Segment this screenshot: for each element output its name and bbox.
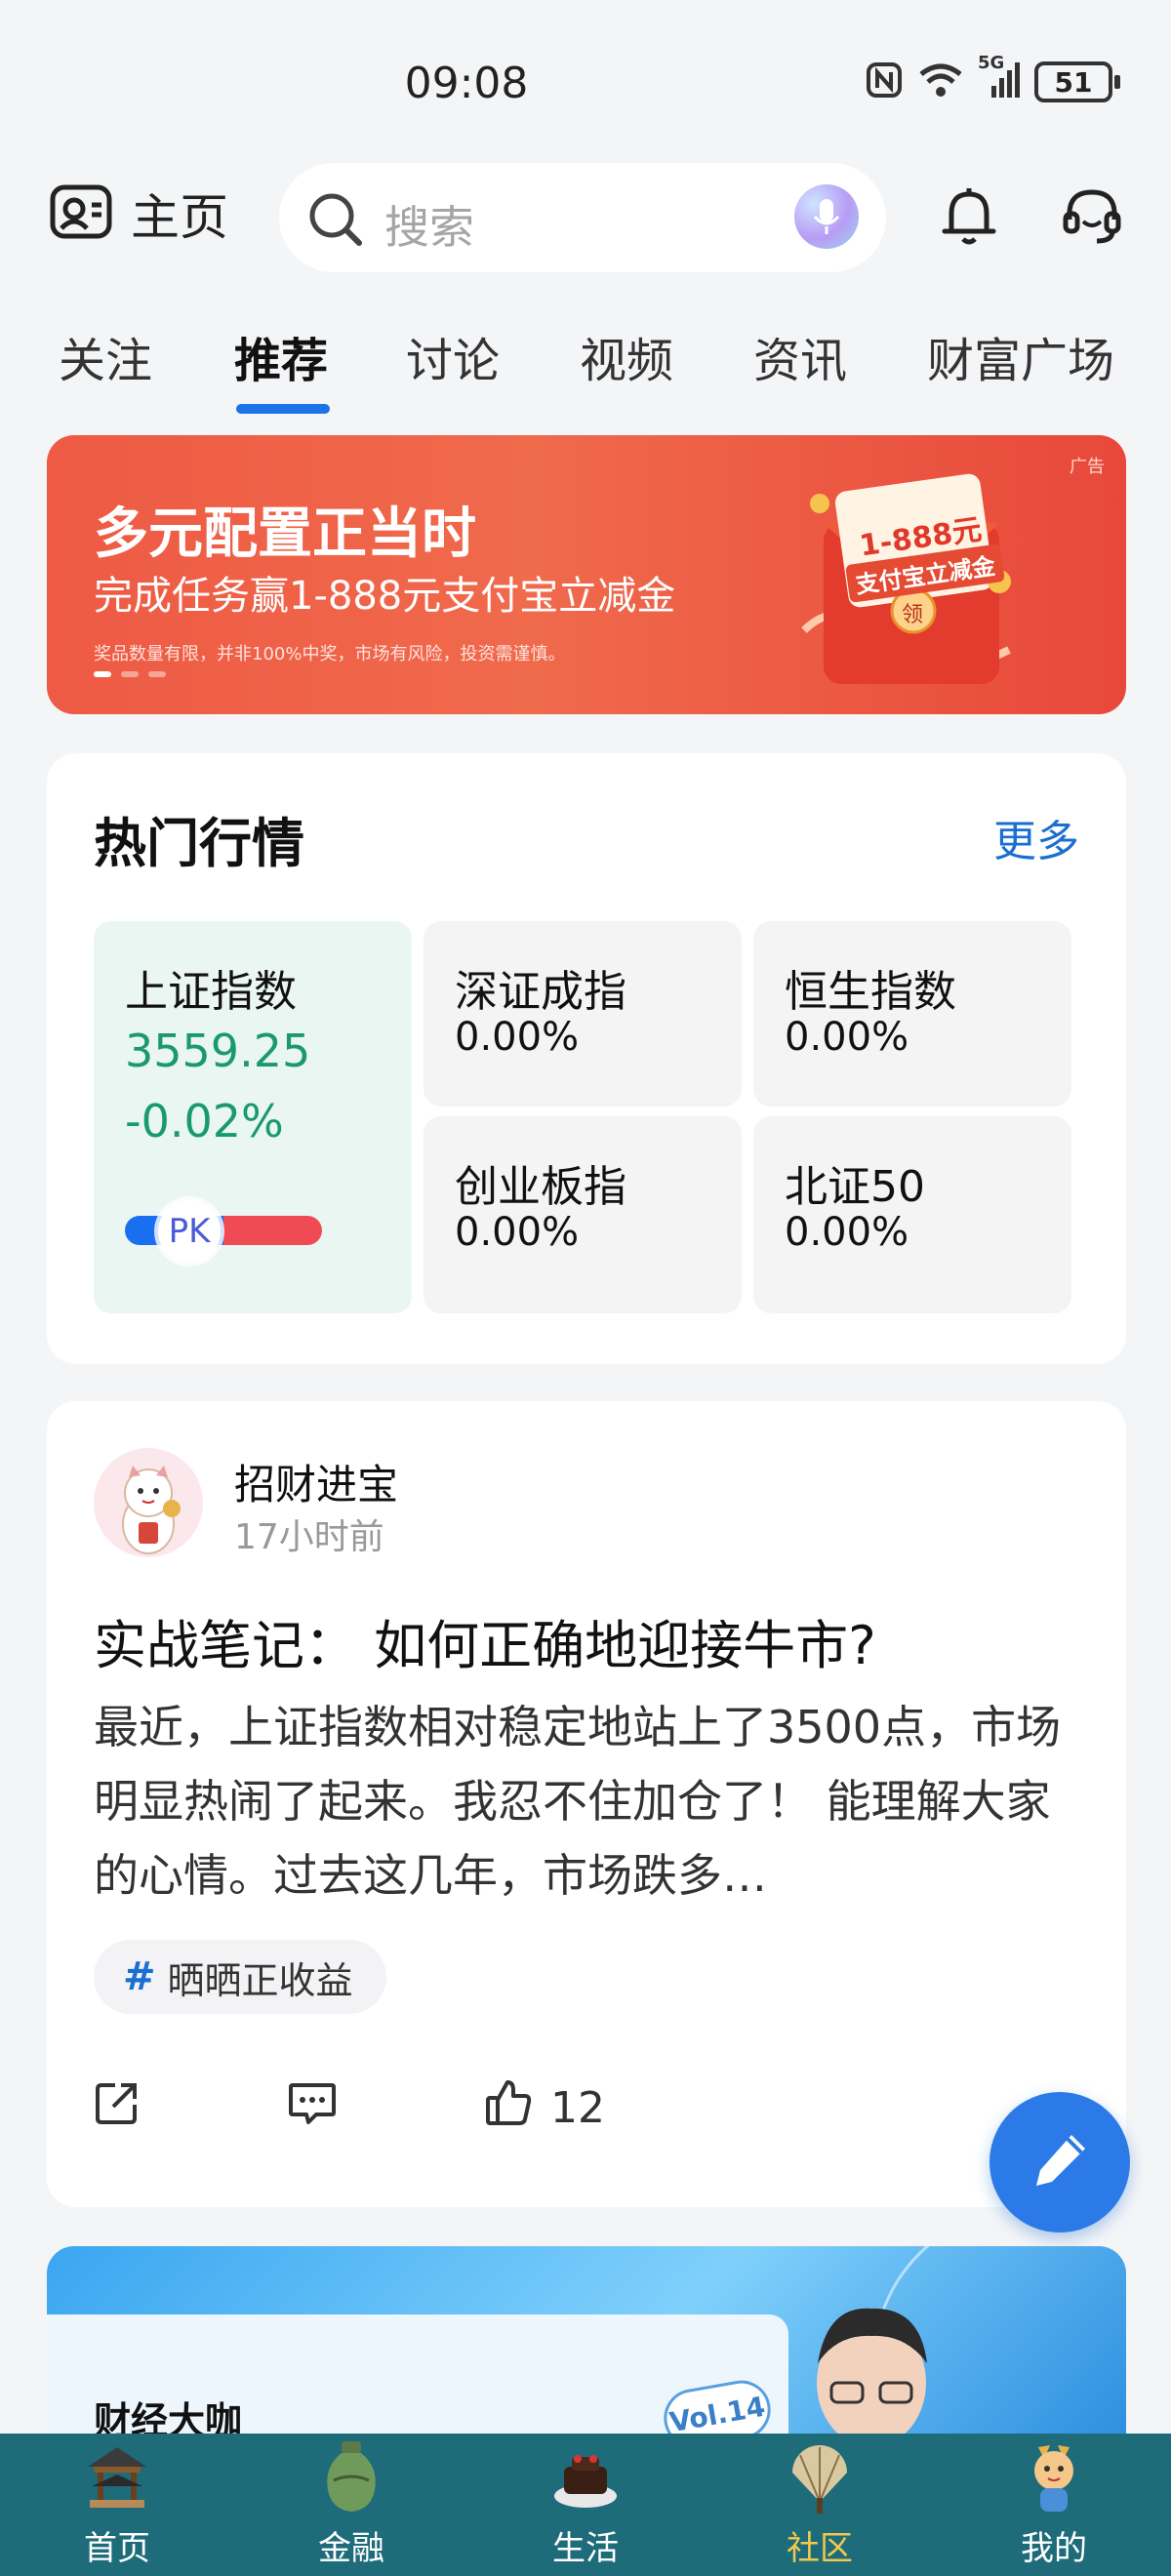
nav-community[interactable]: 社区 <box>751 2434 888 2576</box>
index-name: 创业板指 <box>455 1162 626 1212</box>
status-time: 09:08 <box>404 59 529 108</box>
home-button[interactable]: 主页 <box>49 179 228 249</box>
index-tile-sse[interactable]: 上证指数 3559.25 -0.02% PK <box>94 921 412 1313</box>
avatar[interactable] <box>94 1448 203 1557</box>
post-body[interactable]: 最近，上证指数相对稳定地站上了3500点，市场明显热闹了起来。我忍不住加仓了！ … <box>94 1690 1079 1912</box>
battery-indicator: 51 <box>1034 61 1120 102</box>
ad-label: 广告 <box>1070 457 1105 477</box>
pavilion-icon <box>84 2437 150 2516</box>
profile-card-icon <box>49 180 113 248</box>
network-type: 5G <box>978 53 1005 73</box>
search-placeholder: 搜索 <box>384 201 474 254</box>
nav-home[interactable]: 首页 <box>49 2434 185 2576</box>
wifi-icon <box>917 60 964 103</box>
nav-label: 金融 <box>318 2529 384 2568</box>
index-value: 0.00% <box>455 1015 580 1060</box>
index-value: 0.00% <box>785 1015 909 1060</box>
red-packet-image: 1-888元 支付宝立减金 领 <box>785 464 1038 699</box>
tab-wealth-square[interactable]: 财富广场 <box>927 322 1114 390</box>
carousel-dots <box>94 671 166 677</box>
promo-banner[interactable]: 多元配置正当时 完成任务赢1-888元支付宝立减金 奖品数量有限，并非100%中… <box>47 435 1126 714</box>
hot-market-title: 热门行情 <box>94 813 304 874</box>
topic-tag-label: 晒晒正收益 <box>167 1958 353 2002</box>
comment-button[interactable] <box>287 2079 338 2137</box>
post-card[interactable]: 招财进宝 17小时前 实战笔记： 如何正确地迎接牛市? 最近，上证指数相对稳定地… <box>47 1401 1126 2207</box>
fan-icon <box>787 2437 853 2516</box>
nfc-icon <box>865 60 904 103</box>
index-change: -0.02% <box>125 1095 284 1147</box>
header: 主页 搜索 <box>0 161 1171 273</box>
customer-service-icon[interactable] <box>1058 182 1126 255</box>
post-time: 17小时前 <box>234 1517 384 1557</box>
index-value: 3559.25 <box>125 1025 311 1077</box>
comment-icon <box>287 2079 338 2137</box>
index-name: 北证50 <box>785 1162 925 1212</box>
cake-icon <box>552 2437 619 2516</box>
pk-bar[interactable] <box>125 1216 322 1245</box>
active-tab-indicator <box>236 404 330 414</box>
author-name[interactable]: 招财进宝 <box>234 1452 398 1511</box>
share-button[interactable] <box>94 2079 141 2137</box>
banner-title: 多元配置正当时 <box>94 503 476 566</box>
nav-label: 首页 <box>84 2529 150 2568</box>
host-portrait <box>788 2295 954 2441</box>
index-tile-hsi[interactable]: 恒生指数 0.00% <box>753 921 1071 1107</box>
search-input[interactable]: 搜索 <box>279 163 886 272</box>
hashtag-icon: # <box>123 1954 156 1999</box>
mascot-icon <box>1021 2437 1087 2516</box>
index-tile-bse50[interactable]: 北证50 0.00% <box>753 1116 1071 1313</box>
index-name: 上证指数 <box>125 967 297 1017</box>
bottom-navigation: 首页 金融 生活 社区 我的 <box>0 2434 1171 2576</box>
tab-news[interactable]: 资讯 <box>753 322 847 390</box>
packet-claim-label: 领 <box>902 603 924 627</box>
tab-video[interactable]: 视频 <box>580 322 673 390</box>
topic-tag[interactable]: # 晒晒正收益 <box>94 1940 386 2014</box>
nav-label: 我的 <box>1021 2529 1087 2568</box>
thumbs-up-icon <box>484 2078 533 2138</box>
tab-discussion[interactable]: 讨论 <box>406 322 500 390</box>
nav-label: 生活 <box>552 2529 619 2568</box>
index-value: 0.00% <box>785 1210 909 1255</box>
voice-search-icon[interactable] <box>794 184 859 249</box>
nav-life[interactable]: 生活 <box>517 2434 654 2576</box>
index-name: 恒生指数 <box>785 967 956 1017</box>
home-label: 主页 <box>131 189 228 246</box>
index-tile-szse[interactable]: 深证成指 0.00% <box>424 921 742 1107</box>
vase-icon <box>318 2437 384 2516</box>
nav-mine[interactable]: 我的 <box>986 2434 1122 2576</box>
video-feature-banner[interactable]: 财经大咖 Vol.14 <box>47 2246 1126 2441</box>
post-title[interactable]: 实战笔记： 如何正确地迎接牛市? <box>94 1602 876 1679</box>
status-icons: 5G 51 <box>865 53 1120 103</box>
nav-finance[interactable]: 金融 <box>283 2434 420 2576</box>
share-icon <box>94 2079 141 2137</box>
tab-follow[interactable]: 关注 <box>59 322 152 390</box>
index-tile-chinext[interactable]: 创业板指 0.00% <box>424 1116 742 1313</box>
hot-market-card: 热门行情 更多 上证指数 3559.25 -0.02% PK 深证成指 0.00… <box>47 753 1126 1364</box>
banner-subtitle: 完成任务赢1-888元支付宝立减金 <box>94 574 676 619</box>
status-bar: 09:08 5G 51 <box>0 0 1171 156</box>
pencil-icon <box>1029 2129 1091 2195</box>
signal-icon: 5G <box>978 53 1021 103</box>
like-count: 12 <box>550 2083 605 2133</box>
index-name: 深证成指 <box>455 967 626 1017</box>
nav-label: 社区 <box>787 2529 853 2568</box>
like-button[interactable]: 12 <box>484 2078 605 2138</box>
search-icon <box>306 190 365 253</box>
compose-post-button[interactable] <box>989 2092 1130 2233</box>
pk-badge[interactable]: PK <box>158 1200 221 1263</box>
banner-disclaimer: 奖品数量有限，并非100%中奖，市场有风险，投资需谨慎。 <box>94 644 566 664</box>
notification-bell-icon[interactable] <box>935 182 1003 255</box>
tab-recommend[interactable]: 推荐 <box>234 322 328 390</box>
post-actions: 12 <box>94 2078 751 2138</box>
more-link[interactable]: 更多 <box>993 806 1079 868</box>
index-value: 0.00% <box>455 1210 580 1255</box>
category-tabs: 关注 推荐 讨论 视频 资讯 财富广场 <box>0 322 1171 420</box>
